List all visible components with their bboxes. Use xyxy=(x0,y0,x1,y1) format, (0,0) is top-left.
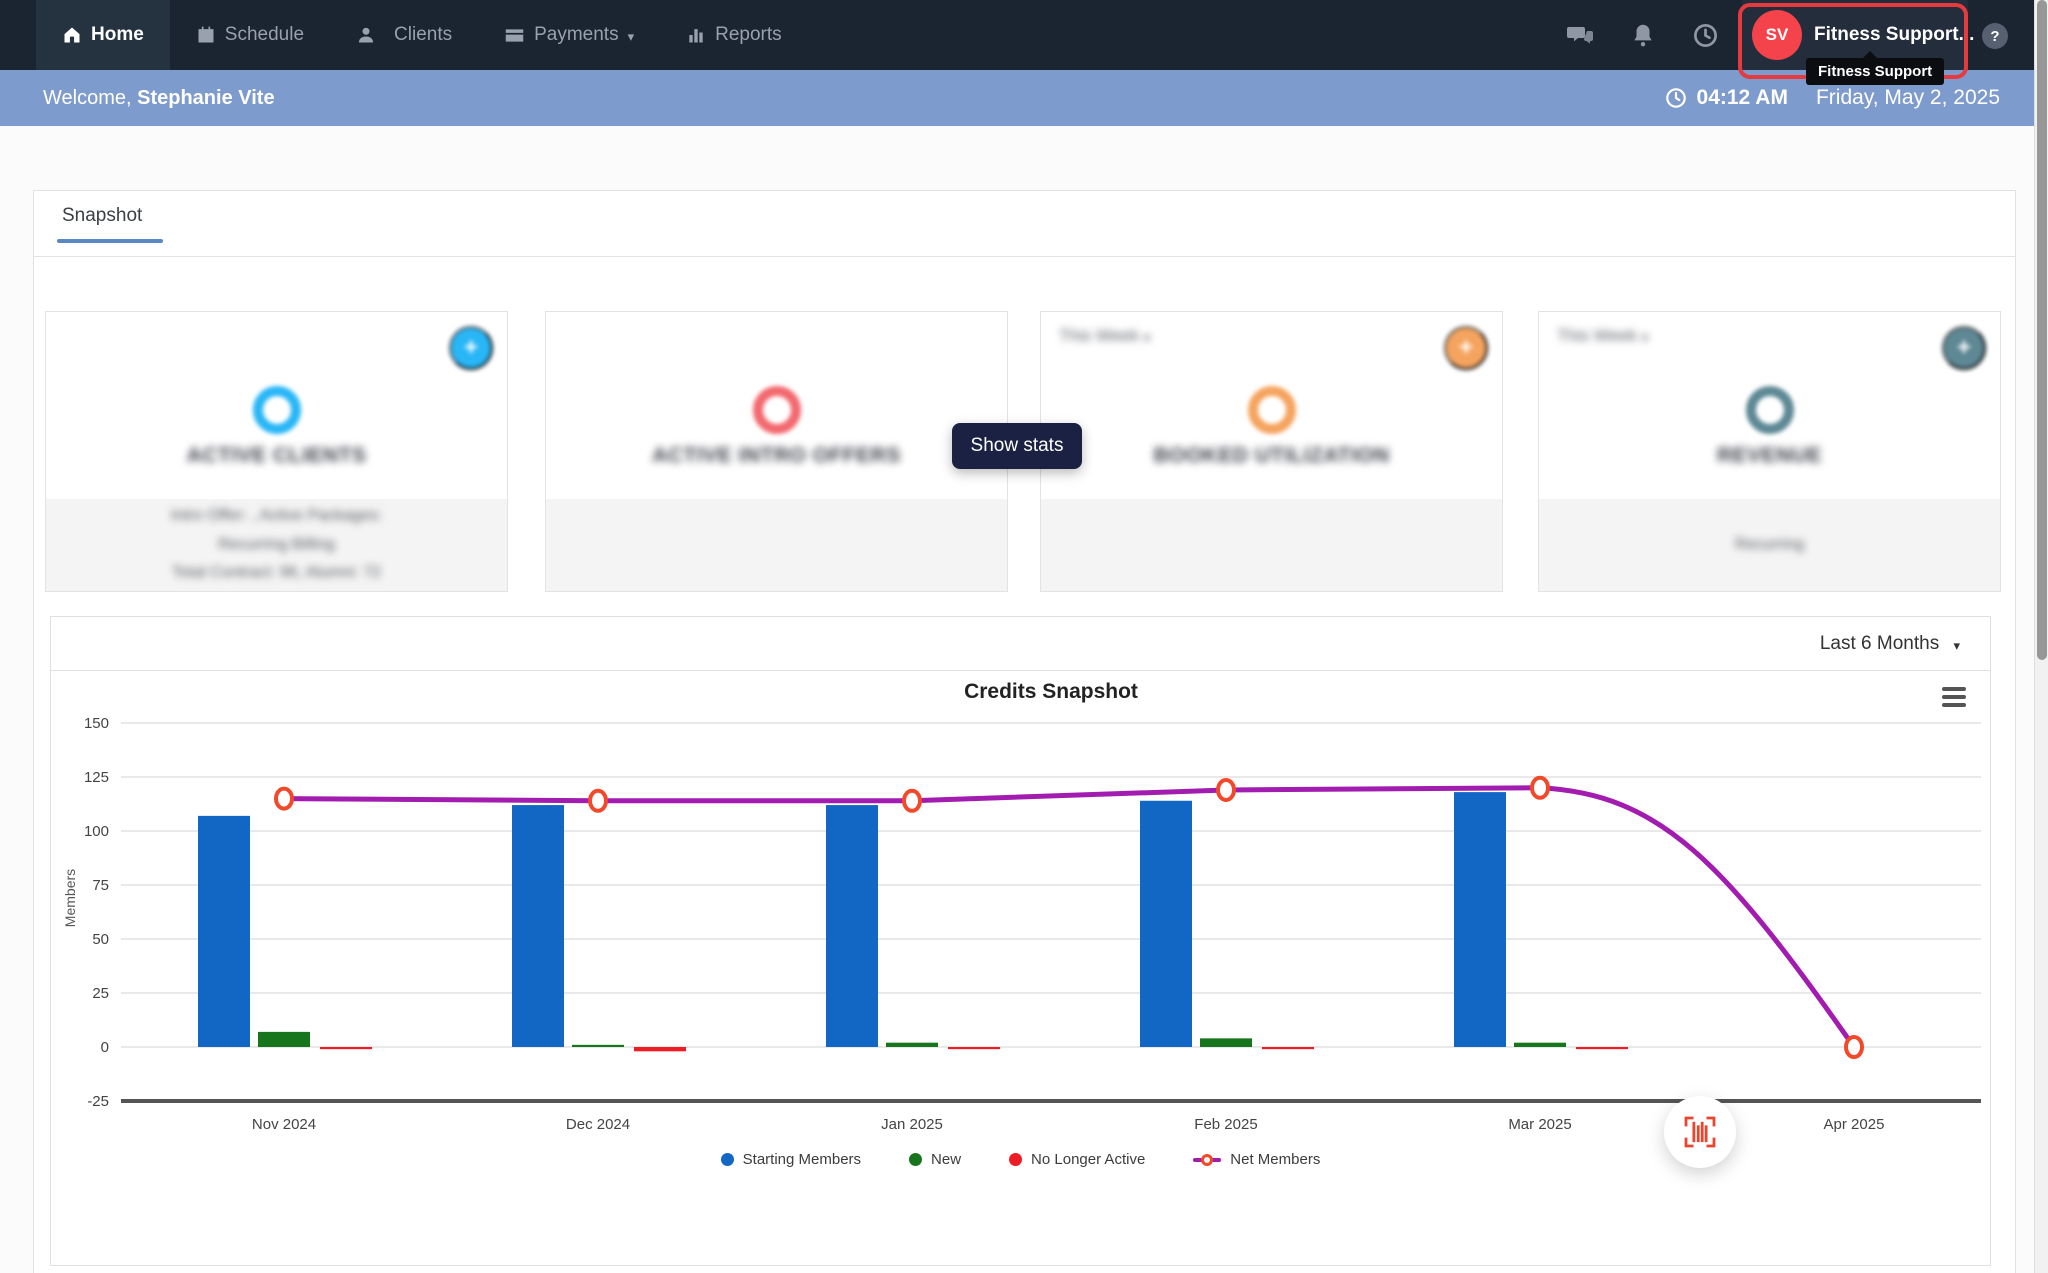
clock-icon xyxy=(1665,87,1687,109)
loading-spinner xyxy=(1746,386,1794,434)
card-footer-line: Total Contract: 96, Alumni: 72 xyxy=(172,561,381,586)
nav-item-label: Schedule xyxy=(225,24,304,46)
card-booked-utilization: This Week ▾ + BOOKED UTILIZATION xyxy=(1040,311,1503,592)
card-footer xyxy=(1041,499,1502,591)
welcome-bar: Welcome, Stephanie Vite 04:12 AM Friday,… xyxy=(0,70,2048,126)
credits-snapshot-chart: 150 125 100 75 50 25 0 -25 Credits Snapshot Nov 2… xyxy=(51,671,1992,1267)
legend-item[interactable]: New xyxy=(909,1151,961,1168)
top-nav: Home Schedule Clients Payments ▾ Reports… xyxy=(0,0,2048,70)
legend-item[interactable]: No Longer Active xyxy=(1009,1151,1145,1168)
barcode-icon xyxy=(1679,1111,1721,1153)
current-date: Friday, May 2, 2025 xyxy=(1816,86,2000,110)
legend-item[interactable]: Starting Members xyxy=(721,1151,861,1168)
nav-item-home[interactable]: Home xyxy=(36,0,170,70)
card-title: REVENUE xyxy=(1539,444,2000,468)
svg-text:100: 100 xyxy=(84,823,109,840)
barcode-scan-button[interactable] xyxy=(1664,1096,1736,1168)
svg-text:Jan 2025: Jan 2025 xyxy=(881,1116,943,1133)
svg-text:50: 50 xyxy=(92,931,109,948)
range-dropdown[interactable]: Last 6 Months ▾ xyxy=(1820,633,1960,655)
nav-item-label: Clients xyxy=(394,24,452,46)
card-active-intro-offers: ACTIVE INTRO OFFERS xyxy=(545,311,1008,592)
card-title: ACTIVE INTRO OFFERS xyxy=(546,444,1007,468)
legend-label: Starting Members xyxy=(743,1151,861,1168)
nav-item-label: Home xyxy=(91,24,144,46)
caret-down-icon: ▾ xyxy=(1144,330,1151,345)
card-footer-line: Intro Offer: , Active Packages: xyxy=(171,504,382,529)
legend-swatch xyxy=(721,1153,734,1166)
svg-text:125: 125 xyxy=(84,769,109,786)
user-name: Stephanie Vite xyxy=(137,87,274,109)
svg-text:0: 0 xyxy=(101,1039,109,1056)
timeframe-dropdown[interactable]: This Week ▾ xyxy=(1557,326,1648,346)
nav-item-label: Reports xyxy=(715,24,782,46)
loading-spinner xyxy=(753,386,801,434)
notifications-bell-icon[interactable] xyxy=(1630,0,1656,70)
calendar-icon xyxy=(196,25,216,45)
avatar: SV xyxy=(1752,10,1802,60)
person-icon xyxy=(356,25,376,45)
nav-item-reports[interactable]: Reports xyxy=(660,0,808,70)
help-button[interactable]: ? xyxy=(1982,23,2008,49)
nav-item-payments[interactable]: Payments ▾ xyxy=(478,0,660,70)
legend-line-swatch xyxy=(1193,1158,1221,1162)
caret-down-icon: ▾ xyxy=(1953,638,1960,653)
legend-item[interactable]: Net Members xyxy=(1193,1151,1320,1168)
svg-text:Credits Snapshot: Credits Snapshot xyxy=(964,680,1138,703)
add-widget-button[interactable]: + xyxy=(1942,326,1986,370)
nav-item-schedule[interactable]: Schedule xyxy=(170,0,330,70)
svg-text:Feb 2025: Feb 2025 xyxy=(1194,1116,1257,1133)
caret-down-icon: ▾ xyxy=(1642,330,1649,345)
card-footer-line: Recurring Billing xyxy=(218,533,335,558)
tab-row: Snapshot xyxy=(34,191,2015,257)
svg-text:Nov 2024: Nov 2024 xyxy=(252,1116,316,1133)
nav-item-label: Payments xyxy=(534,24,618,46)
card-title: ACTIVE CLIENTS xyxy=(46,444,507,468)
y-axis-label: Members xyxy=(62,858,78,938)
active-tab-underline xyxy=(57,239,163,243)
caret-down-icon: ▾ xyxy=(628,30,635,43)
svg-text:-25: -25 xyxy=(87,1093,109,1110)
scrollbar-thumb[interactable] xyxy=(2037,0,2047,660)
tab-snapshot[interactable]: Snapshot xyxy=(62,205,142,227)
account-name: Fitness Support... xyxy=(1814,24,1974,46)
add-widget-button[interactable]: + xyxy=(1444,326,1488,370)
svg-text:150: 150 xyxy=(84,715,109,732)
scrollbar-track xyxy=(2034,0,2048,1273)
svg-text:75: 75 xyxy=(92,877,109,894)
current-time: 04:12 AM xyxy=(1697,86,1788,110)
timeframe-dropdown[interactable]: This Week ▾ xyxy=(1059,326,1150,346)
history-clock-icon[interactable] xyxy=(1692,0,1719,70)
card-active-clients: + ACTIVE CLIENTS Intro Offer: , Active P… xyxy=(45,311,508,592)
legend-swatch xyxy=(909,1153,922,1166)
svg-text:Apr 2025: Apr 2025 xyxy=(1824,1116,1885,1133)
card-footer-line: Recurring xyxy=(1735,533,1804,558)
nav-item-clients[interactable]: Clients xyxy=(330,0,478,70)
card-title: BOOKED UTILIZATION xyxy=(1041,444,1502,468)
legend-label: Net Members xyxy=(1230,1151,1320,1168)
card-footer: Recurring xyxy=(1539,499,2000,591)
card-footer xyxy=(546,499,1007,591)
credit-card-icon xyxy=(504,25,525,46)
welcome-message: Welcome, Stephanie Vite xyxy=(43,87,275,110)
home-icon xyxy=(62,25,82,45)
svg-text:25: 25 xyxy=(92,985,109,1002)
messages-icon[interactable] xyxy=(1566,0,1594,70)
bar-chart-icon xyxy=(686,25,706,45)
account-tooltip: Fitness Support xyxy=(1806,58,1944,85)
chart-header: Last 6 Months ▾ xyxy=(51,617,1990,671)
legend-label: New xyxy=(931,1151,961,1168)
credits-snapshot-panel: Last 6 Months ▾ 150 125 100 75 50 25 0 -25 Credi… xyxy=(50,616,1991,1266)
add-widget-button[interactable]: + xyxy=(449,326,493,370)
card-revenue: This Week ▾ + REVENUE Recurring xyxy=(1538,311,2001,592)
loading-spinner xyxy=(1248,386,1296,434)
show-stats-button[interactable]: Show stats xyxy=(952,423,1082,469)
card-footer: Intro Offer: , Active Packages: Recurrin… xyxy=(46,499,507,591)
legend-label: No Longer Active xyxy=(1031,1151,1145,1168)
loading-spinner xyxy=(253,386,301,434)
svg-text:Dec 2024: Dec 2024 xyxy=(566,1116,630,1133)
svg-text:Mar 2025: Mar 2025 xyxy=(1508,1116,1571,1133)
legend-swatch xyxy=(1009,1153,1022,1166)
